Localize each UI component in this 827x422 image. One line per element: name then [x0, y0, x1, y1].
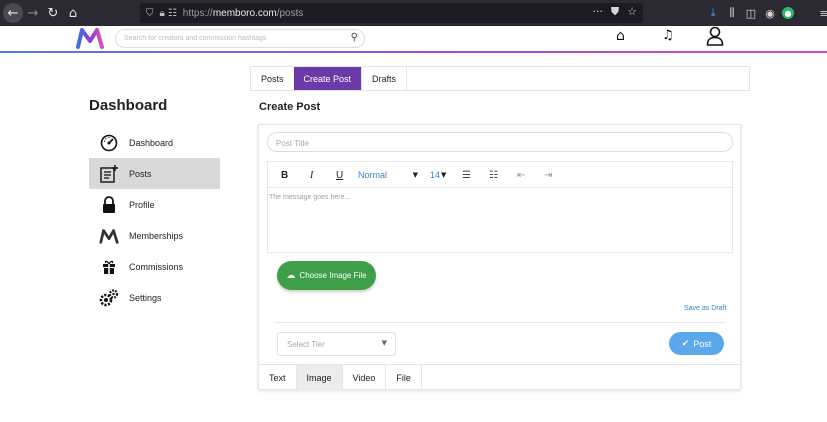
- content-type-tabs: Text Image Video File: [259, 364, 740, 390]
- font-style-select[interactable]: Normal ▼: [358, 167, 420, 183]
- sidebar-item-posts[interactable]: Posts: [89, 158, 220, 189]
- caret-down-icon: ▼: [412, 171, 418, 179]
- tab-video[interactable]: Video: [343, 365, 387, 390]
- editor-toolbar: B I U Normal ▼ 14 ▼ ☰ ☷ ⇤ ⇥: [268, 162, 732, 188]
- account-icon[interactable]: ◉: [763, 3, 777, 23]
- gears-icon: [99, 288, 119, 307]
- forward-icon[interactable]: →: [23, 3, 43, 23]
- create-post-card: B I U Normal ▼ 14 ▼ ☰ ☷ ⇤ ⇥ The message …: [258, 124, 741, 390]
- speedometer-icon: [99, 134, 119, 152]
- url-domain: memboro.com: [212, 7, 277, 19]
- sidebar-item-memberships[interactable]: Memberships: [89, 220, 220, 251]
- menu-icon[interactable]: ≡: [817, 3, 827, 23]
- post-button[interactable]: ✔ Post: [669, 332, 724, 355]
- post-add-icon: [99, 164, 119, 184]
- url-text[interactable]: https://memboro.com/posts: [183, 8, 304, 19]
- search-bar[interactable]: ⚲: [115, 29, 365, 48]
- sidebar-item-profile[interactable]: Profile: [89, 189, 220, 220]
- permissions-icon[interactable]: ☷: [168, 8, 177, 19]
- numbered-list-icon[interactable]: ☷: [489, 167, 498, 183]
- download-icon[interactable]: ⤓: [706, 3, 720, 23]
- sidebar-item-label: Posts: [129, 168, 152, 179]
- sidebar-title: Dashboard: [89, 97, 168, 114]
- post-tabs: Posts Create Post Drafts: [250, 66, 750, 91]
- browser-toolbar: ← → ↻ ⌂ ⛉ 🔒︎ ☷ https://memboro.com/posts…: [0, 0, 827, 26]
- font-style-value: Normal: [358, 170, 388, 180]
- tab-file[interactable]: File: [386, 365, 422, 390]
- tab-text[interactable]: Text: [259, 365, 297, 390]
- url-bar[interactable]: ⛉ 🔒︎ ☷ https://memboro.com/posts ··· ⛊ ☆: [140, 3, 643, 23]
- back-icon[interactable]: ←: [3, 3, 23, 23]
- sidebar-item-dashboard[interactable]: Dashboard: [89, 127, 220, 158]
- bookmark-star-icon[interactable]: ☆: [627, 5, 637, 19]
- memboro-logo[interactable]: [76, 27, 104, 49]
- pocket-icon[interactable]: ⛊: [611, 5, 619, 19]
- sidebar-item-settings[interactable]: Settings: [89, 282, 220, 313]
- check-icon: ✔: [681, 338, 690, 349]
- editor-body[interactable]: The message goes here...: [268, 188, 732, 201]
- choose-image-label: Choose Image File: [299, 271, 367, 280]
- tab-posts[interactable]: Posts: [251, 67, 294, 90]
- home-icon[interactable]: ⌂: [616, 28, 625, 44]
- tier-select-placeholder: Select Tier: [287, 339, 325, 349]
- gift-icon: [99, 259, 119, 275]
- bullet-list-icon[interactable]: ☰: [462, 167, 471, 183]
- cloud-upload-icon: ☁: [286, 270, 296, 281]
- site-header: ⚲ ⌂ ♫: [0, 26, 827, 53]
- caret-down-icon: ▼: [381, 339, 387, 347]
- more-icon[interactable]: ···: [592, 5, 603, 19]
- home-icon[interactable]: ⌂: [63, 3, 83, 23]
- post-title-field[interactable]: [267, 132, 733, 152]
- save-as-draft-link[interactable]: Save as Draft: [684, 305, 726, 312]
- lock-icon[interactable]: 🔒︎: [160, 8, 165, 19]
- search-input[interactable]: [124, 35, 344, 42]
- tier-select[interactable]: Select Tier ▼: [277, 332, 396, 356]
- divider: [275, 322, 725, 323]
- sidebar-icon[interactable]: ◫: [744, 3, 758, 23]
- font-size-select[interactable]: 14 ▼: [430, 167, 446, 183]
- sidebar-item-label: Memberships: [129, 230, 184, 241]
- user-profile-icon[interactable]: [706, 26, 724, 50]
- reload-icon[interactable]: ↻: [43, 3, 63, 23]
- library-icon[interactable]: ⫼: [725, 3, 739, 23]
- notification-bell-icon[interactable]: ♫: [662, 28, 674, 43]
- font-size-value: 14: [430, 170, 441, 180]
- lock-icon: [99, 195, 119, 214]
- rich-text-editor[interactable]: B I U Normal ▼ 14 ▼ ☰ ☷ ⇤ ⇥ The message …: [267, 161, 733, 253]
- extension-icon[interactable]: ●: [782, 7, 794, 19]
- url-prefix: https://: [182, 7, 213, 19]
- tab-image[interactable]: Image: [296, 365, 343, 390]
- choose-image-button[interactable]: ☁ Choose Image File: [277, 261, 376, 290]
- sidebar-item-label: Dashboard: [129, 137, 174, 148]
- bold-button[interactable]: B: [281, 167, 288, 183]
- url-path: /posts: [276, 7, 304, 19]
- sidebar-item-label: Profile: [129, 199, 155, 210]
- sidebar-item-commissions[interactable]: Commissions: [89, 251, 220, 282]
- page-title: Create Post: [259, 101, 321, 113]
- caret-down-icon: ▼: [441, 171, 447, 179]
- tab-create-post[interactable]: Create Post: [293, 67, 362, 90]
- underline-button[interactable]: U: [336, 167, 343, 183]
- italic-button[interactable]: I: [310, 167, 313, 183]
- outdent-icon[interactable]: ⇤: [517, 167, 525, 183]
- search-icon[interactable]: ⚲: [351, 32, 358, 43]
- sidebar-item-label: Commissions: [129, 261, 184, 272]
- m-logo-icon: [99, 228, 119, 244]
- tab-drafts[interactable]: Drafts: [361, 67, 408, 90]
- shield-icon[interactable]: ⛉: [146, 8, 154, 19]
- post-button-label: Post: [693, 338, 712, 349]
- sidebar-item-label: Settings: [129, 292, 162, 303]
- post-title-input[interactable]: [276, 139, 716, 148]
- indent-icon[interactable]: ⇥: [544, 167, 552, 183]
